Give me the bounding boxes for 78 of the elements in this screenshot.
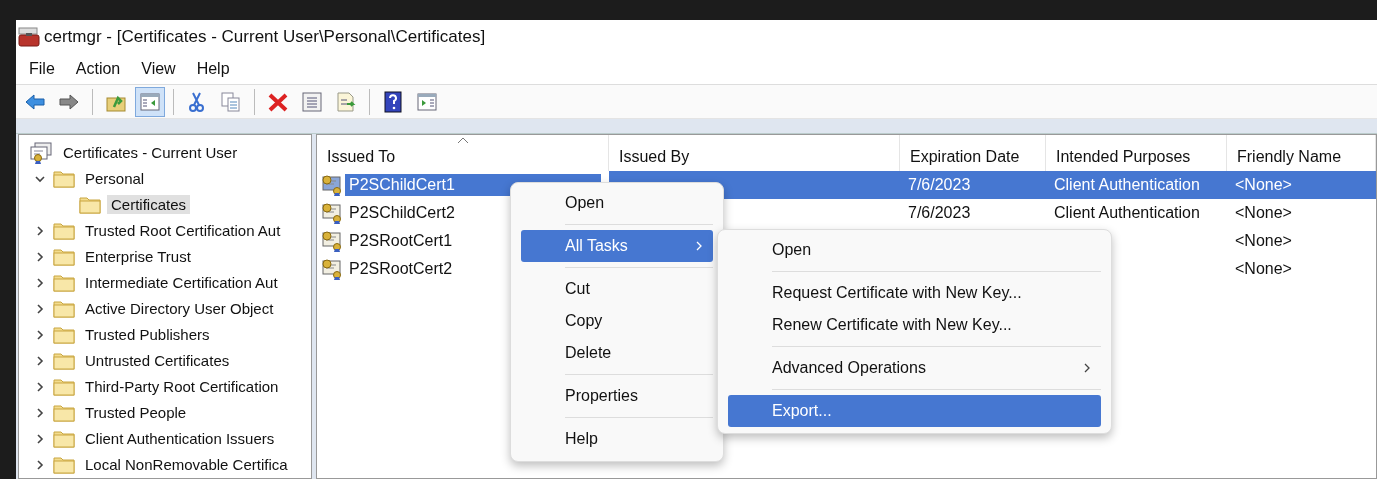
folder-icon bbox=[53, 429, 75, 449]
menu-item[interactable]: Open bbox=[728, 234, 1101, 266]
certificate-icon bbox=[321, 174, 343, 196]
tree-item[interactable]: Local NonRemovable Certifica bbox=[81, 455, 292, 475]
certificate-icon bbox=[321, 230, 343, 252]
table-cell-text: <None> bbox=[1234, 203, 1293, 223]
folder-icon bbox=[53, 273, 75, 293]
menu-bar-item[interactable]: File bbox=[24, 60, 67, 79]
expand-chevron-icon[interactable] bbox=[34, 277, 46, 289]
export-icon bbox=[335, 90, 357, 113]
menu-bar-item[interactable]: Help bbox=[191, 60, 242, 79]
expand-chevron-icon[interactable] bbox=[34, 407, 46, 419]
folder-icon bbox=[79, 195, 101, 215]
column-header[interactable]: Friendly Name bbox=[1227, 135, 1376, 171]
folder-icon bbox=[53, 221, 75, 241]
certificate-icon bbox=[29, 142, 53, 164]
expand-chevron-icon[interactable] bbox=[34, 303, 46, 315]
menu-bar-item[interactable]: Action bbox=[70, 60, 133, 79]
expand-chevron-icon[interactable] bbox=[34, 459, 46, 471]
tree-item[interactable]: Enterprise Trust bbox=[81, 247, 195, 267]
folder-icon bbox=[53, 403, 75, 423]
expand-chevron-icon[interactable] bbox=[34, 329, 46, 341]
menu-item[interactable]: Delete bbox=[521, 337, 713, 369]
tree-item[interactable]: Certificates bbox=[107, 195, 191, 215]
table-cell: 7/6/2023 bbox=[900, 171, 1046, 199]
tree-item[interactable]: Untrusted Certificates bbox=[81, 351, 234, 371]
folder-icon bbox=[53, 299, 75, 319]
folder-icon bbox=[53, 169, 75, 189]
tree-item[interactable]: Certificates - Current User bbox=[59, 143, 242, 163]
help-icon bbox=[382, 90, 404, 113]
certificate-icon bbox=[321, 258, 343, 280]
folder-icon bbox=[53, 247, 75, 267]
table-cell: <None> bbox=[1227, 171, 1376, 199]
expand-chevron-icon[interactable] bbox=[34, 251, 46, 263]
folder-icon bbox=[53, 377, 75, 397]
expand-chevron-icon[interactable] bbox=[34, 355, 46, 367]
menu-item[interactable]: All Tasks bbox=[521, 230, 713, 262]
menu-item[interactable]: Renew Certificate with New Key... bbox=[728, 309, 1101, 341]
pane-toggle-icon bbox=[416, 90, 438, 113]
column-header[interactable]: Issued By bbox=[609, 135, 900, 171]
tree-item[interactable]: Active Directory User Object bbox=[81, 299, 278, 319]
menu-item[interactable]: Properties bbox=[521, 380, 713, 412]
pane-toggle-icon bbox=[139, 90, 161, 113]
expand-chevron-icon[interactable] bbox=[34, 225, 46, 237]
expand-chevron-icon[interactable] bbox=[34, 381, 46, 393]
sort-caret-icon bbox=[457, 137, 469, 144]
folder-icon bbox=[53, 455, 75, 475]
table-cell-text: <None> bbox=[1234, 259, 1293, 279]
menu-item[interactable]: Advanced Operations bbox=[728, 352, 1101, 384]
tree-item[interactable]: Intermediate Certification Aut bbox=[81, 273, 282, 293]
menu-item[interactable]: Copy bbox=[521, 305, 713, 337]
window-title: certmgr - [Certificates - Current User\Personal\Certificates] bbox=[44, 27, 486, 48]
properties-icon bbox=[301, 90, 323, 113]
folder-icon bbox=[53, 325, 75, 345]
table-cell-text: 7/6/2023 bbox=[907, 203, 972, 223]
column-header[interactable]: Expiration Date bbox=[900, 135, 1046, 171]
column-header[interactable]: Issued To bbox=[317, 135, 609, 171]
column-header[interactable]: Intended Purposes bbox=[1046, 135, 1227, 171]
tree-item[interactable]: Trusted Root Certification Aut bbox=[81, 221, 285, 241]
table-cell: Client Authentication bbox=[1046, 171, 1227, 199]
certificate-icon bbox=[321, 202, 343, 224]
table-cell-text: Client Authentication bbox=[1053, 203, 1201, 223]
collapse-chevron-icon[interactable] bbox=[34, 173, 46, 185]
copy-icon bbox=[220, 90, 242, 113]
tree-item[interactable]: Trusted Publishers bbox=[81, 325, 214, 345]
menu-item[interactable]: Cut bbox=[521, 273, 713, 305]
menu-item[interactable]: Export... bbox=[728, 395, 1101, 427]
tree-item[interactable]: Third-Party Root Certification bbox=[81, 377, 283, 397]
tree-item[interactable]: Personal bbox=[81, 169, 149, 189]
folder-icon bbox=[53, 351, 75, 371]
toolbox-icon bbox=[18, 27, 40, 48]
menu-item[interactable]: Request Certificate with New Key... bbox=[728, 277, 1101, 309]
expand-chevron-icon[interactable] bbox=[34, 433, 46, 445]
tree-item[interactable]: Trusted People bbox=[81, 403, 191, 423]
menu-bar-item[interactable]: View bbox=[136, 60, 188, 79]
menu-item[interactable]: Help bbox=[521, 423, 713, 455]
table-cell-text: <None> bbox=[1234, 231, 1293, 251]
tree-item[interactable]: Client Authentication Issuers bbox=[81, 429, 279, 449]
